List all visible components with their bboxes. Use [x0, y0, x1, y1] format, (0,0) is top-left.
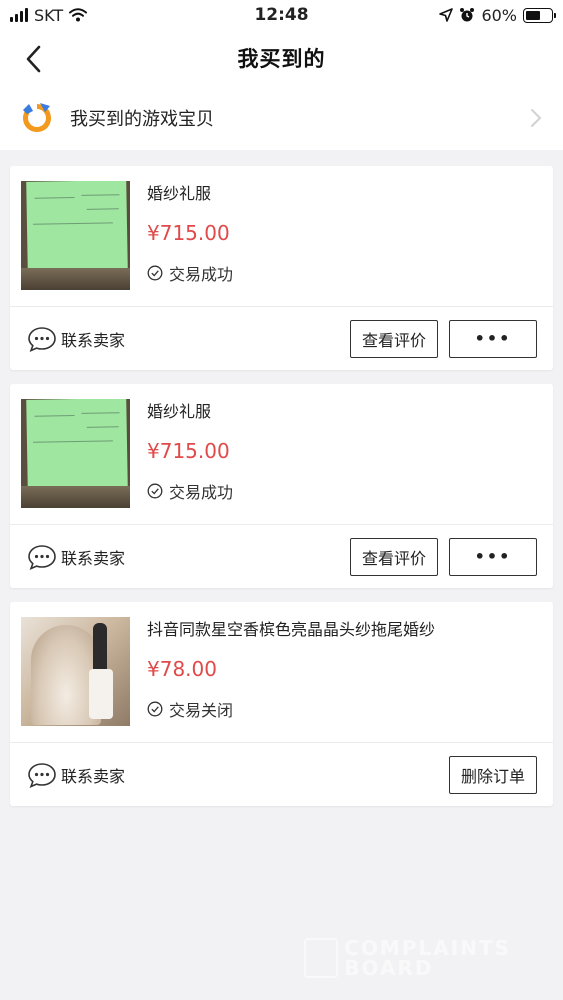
- order-status: 交易关闭: [147, 697, 543, 721]
- product-info: 婚纱礼服 ¥715.00 交易成功: [147, 181, 543, 296]
- chevron-left-icon: [26, 45, 41, 73]
- product-info: 抖音同款星空香槟色亮晶晶头纱拖尾婚纱 ¥78.00 交易关闭: [147, 617, 543, 732]
- chat-bubble-icon: [28, 544, 56, 570]
- status-bar: SKT 12:48 60%: [0, 0, 563, 30]
- battery-icon: [523, 7, 556, 23]
- action-buttons: 查看评价 •••: [350, 537, 537, 576]
- action-buttons: 查看评价 •••: [350, 319, 537, 358]
- check-circle-icon: [147, 265, 163, 281]
- product-price: ¥715.00: [147, 221, 230, 245]
- order-card: 婚纱礼服 ¥715.00 交易成功 联系卖家 查看评价 •••: [10, 166, 553, 370]
- watermark-text: COMPLAINTS BOARD: [344, 938, 511, 978]
- chevron-right-icon: [531, 109, 542, 127]
- battery-fill: [526, 10, 541, 20]
- watermark-line2: BOARD: [344, 956, 434, 980]
- order-status-text: 交易成功: [169, 265, 234, 284]
- order-status: 交易成功: [147, 479, 543, 503]
- check-circle-icon: [147, 483, 163, 499]
- game-items-label: 我买到的游戏宝贝: [70, 109, 214, 130]
- person-shape: [93, 623, 107, 673]
- signal-icon: [10, 8, 28, 22]
- nav-bar: 我买到的: [0, 30, 563, 86]
- product-image[interactable]: [21, 399, 130, 508]
- note-line: [81, 412, 120, 414]
- location-arrow-icon: [439, 8, 454, 22]
- contact-seller-button[interactable]: 联系卖家: [27, 544, 125, 570]
- chat-bubble-icon: [28, 762, 56, 788]
- order-status-text: 交易成功: [169, 483, 234, 502]
- note-line: [32, 222, 113, 225]
- product-price: ¥78.00: [147, 657, 217, 681]
- contact-seller-label: 联系卖家: [61, 330, 126, 350]
- order-actions: 联系卖家 查看评价 •••: [10, 306, 553, 370]
- note-line: [32, 440, 113, 443]
- order-actions: 联系卖家 删除订单: [10, 742, 553, 806]
- note-line: [86, 426, 119, 428]
- battery-percent: 60%: [481, 5, 517, 25]
- order-card: 抖音同款星空香槟色亮晶晶头纱拖尾婚纱 ¥78.00 交易关闭 联系卖家 删除订单: [10, 602, 553, 806]
- view-review-button[interactable]: 查看评价: [350, 319, 438, 358]
- contact-seller-button[interactable]: 联系卖家: [27, 326, 125, 352]
- contact-seller-button[interactable]: 联系卖家: [27, 762, 125, 788]
- game-logo-icon: [23, 103, 51, 132]
- note-line: [34, 197, 75, 199]
- carrier-label: SKT: [34, 5, 64, 25]
- order-status: 交易成功: [147, 261, 543, 285]
- status-left: SKT: [10, 5, 88, 25]
- person-skirt-shape: [89, 669, 113, 719]
- product-image[interactable]: [21, 181, 130, 290]
- note-paper: [26, 399, 128, 490]
- watermark-line1: COMPLAINTS: [344, 936, 511, 960]
- product-name: 抖音同款星空香槟色亮晶晶头纱拖尾婚纱: [147, 620, 436, 639]
- product-price: ¥715.00: [147, 439, 230, 463]
- order-item[interactable]: 婚纱礼服 ¥715.00 交易成功: [10, 384, 553, 524]
- view-review-button[interactable]: 查看评价: [350, 537, 438, 576]
- order-status-text: 交易关闭: [169, 701, 234, 720]
- order-actions: 联系卖家 查看评价 •••: [10, 524, 553, 588]
- game-items-row[interactable]: 我买到的游戏宝贝: [0, 86, 563, 150]
- contact-seller-label: 联系卖家: [61, 548, 126, 568]
- note-line: [81, 194, 120, 196]
- status-right: 60%: [439, 5, 556, 25]
- order-item[interactable]: 婚纱礼服 ¥715.00 交易成功: [10, 166, 553, 306]
- check-circle-icon: [147, 701, 163, 717]
- more-options-button[interactable]: •••: [449, 319, 537, 358]
- order-item[interactable]: 抖音同款星空香槟色亮晶晶头纱拖尾婚纱 ¥78.00 交易关闭: [10, 602, 553, 742]
- note-bottom: [21, 268, 130, 290]
- product-name: 婚纱礼服: [147, 402, 212, 421]
- delete-order-button[interactable]: 删除订单: [449, 755, 537, 794]
- back-button[interactable]: [16, 42, 50, 76]
- action-buttons: 删除订单: [449, 755, 537, 794]
- note-paper: [26, 181, 128, 272]
- product-image[interactable]: [21, 617, 130, 726]
- note-bottom: [21, 486, 130, 508]
- watermark-logo-icon: [304, 938, 339, 978]
- watermark: COMPLAINTS BOARD: [304, 938, 511, 978]
- alarm-icon: [460, 8, 475, 22]
- chat-bubble-icon: [28, 326, 56, 352]
- note-line: [86, 208, 119, 210]
- page-title: 我买到的: [237, 47, 326, 71]
- product-name: 婚纱礼服: [147, 184, 212, 203]
- order-list: 婚纱礼服 ¥715.00 交易成功 联系卖家 查看评价 ••• 婚纱礼服 ¥71…: [0, 150, 563, 806]
- note-line: [34, 415, 75, 417]
- contact-seller-label: 联系卖家: [61, 766, 126, 786]
- more-options-button[interactable]: •••: [449, 537, 537, 576]
- order-card: 婚纱礼服 ¥715.00 交易成功 联系卖家 查看评价 •••: [10, 384, 553, 588]
- product-info: 婚纱礼服 ¥715.00 交易成功: [147, 399, 543, 514]
- wifi-icon: [69, 8, 88, 22]
